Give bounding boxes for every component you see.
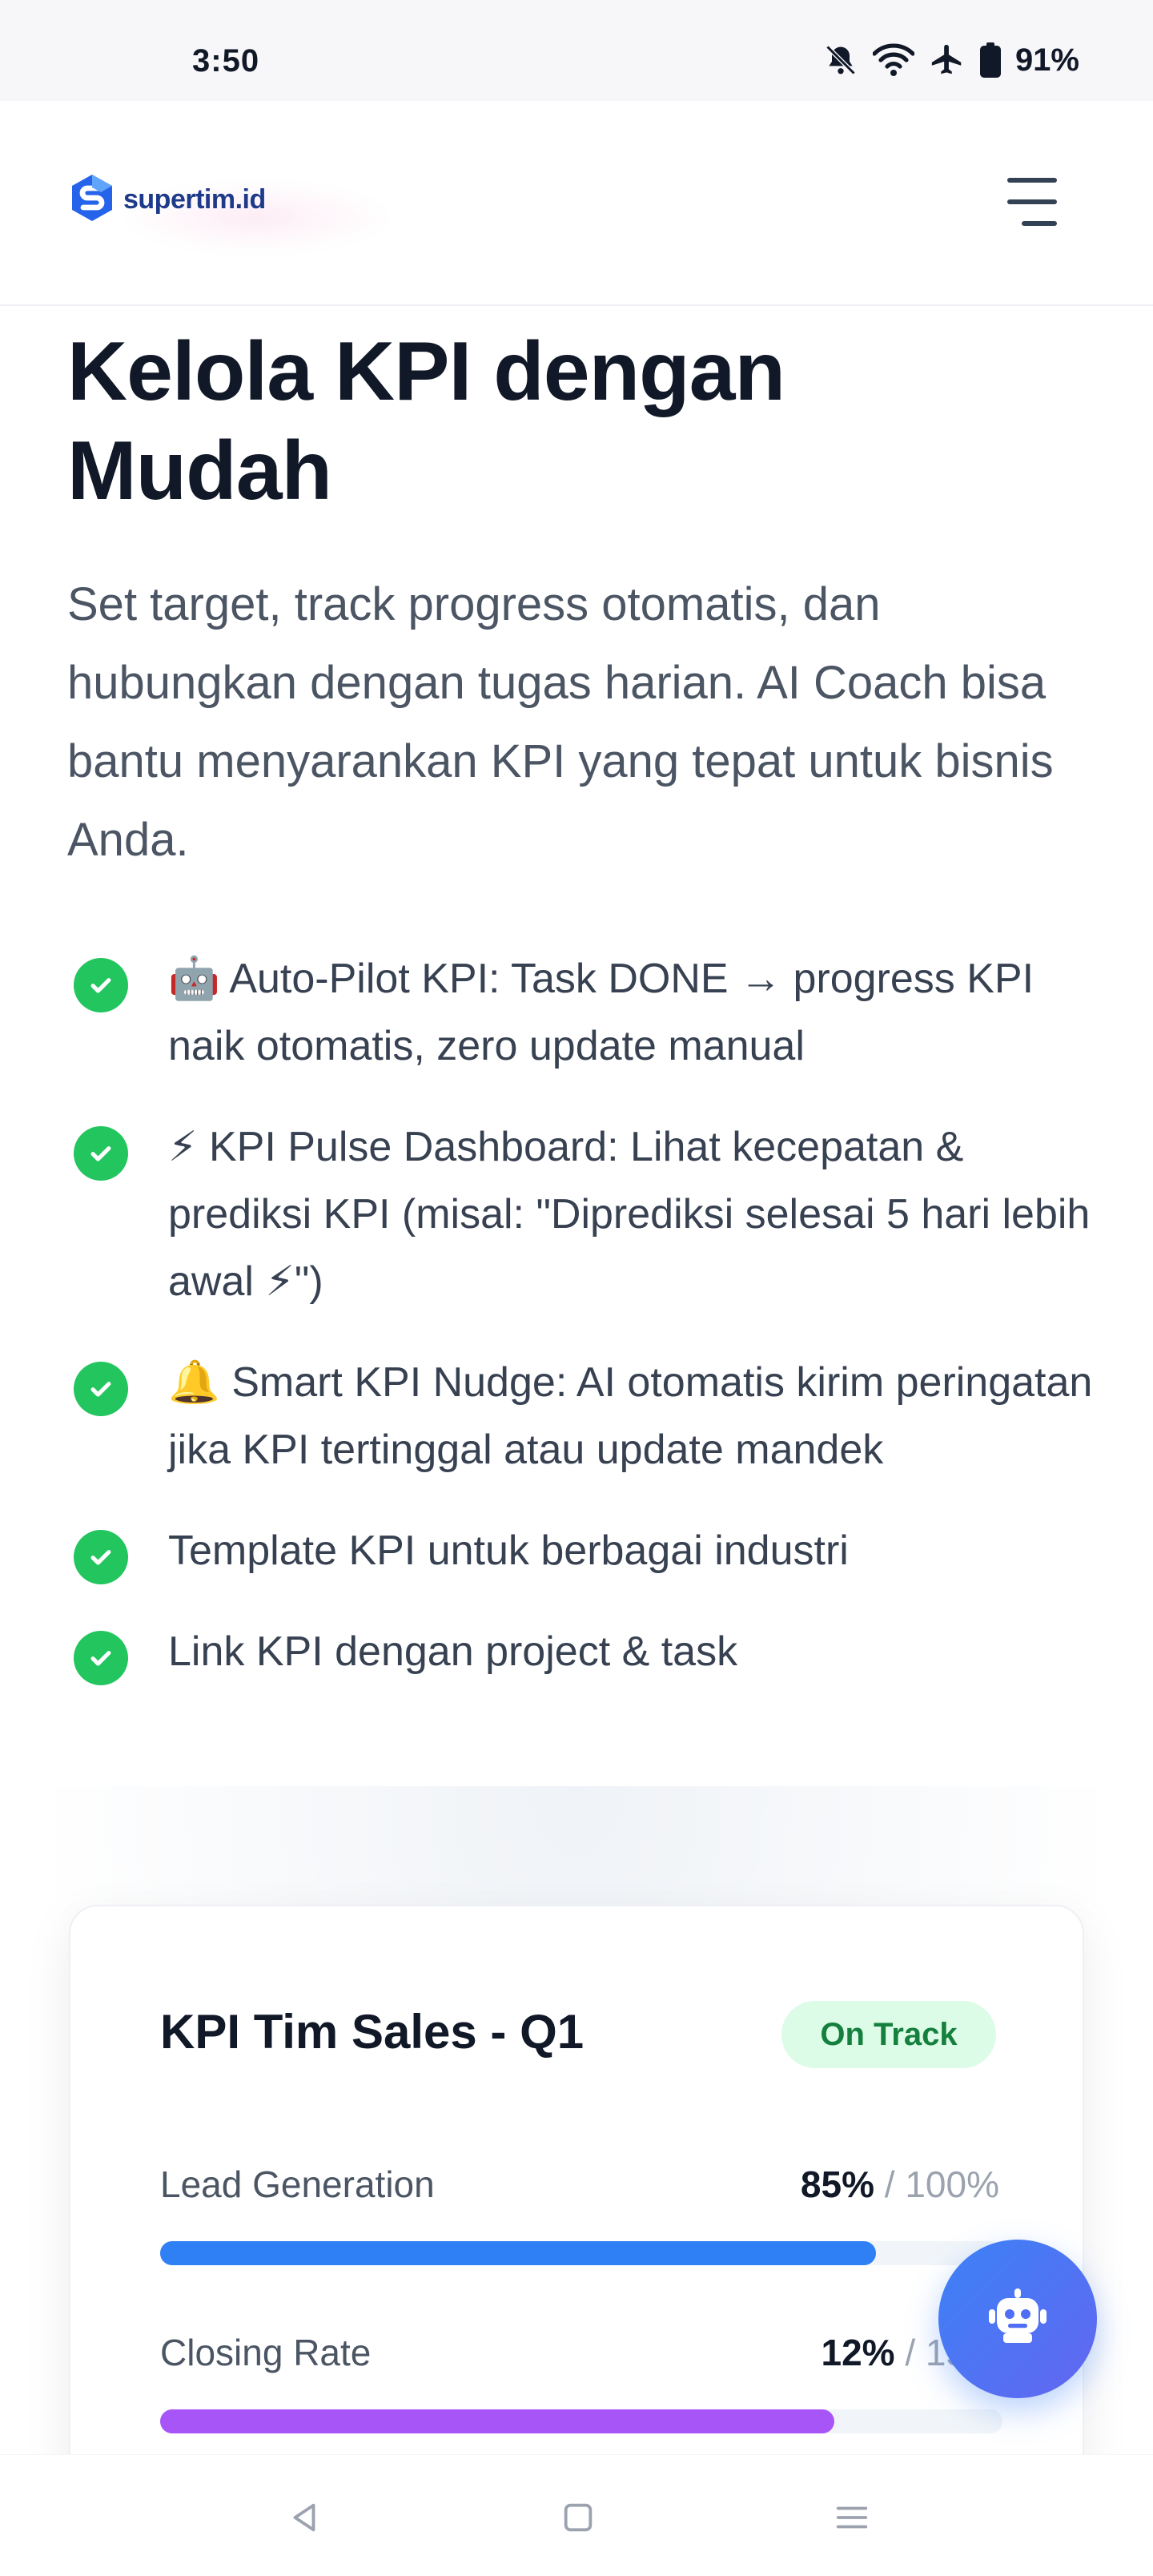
list-item: Template KPI untuk berbagai industri: [67, 1517, 1100, 1584]
check-circle-icon: [74, 1631, 128, 1685]
kpi-target: / 100%: [884, 2163, 999, 2205]
menu-line: [1022, 221, 1057, 226]
battery-level: 91%: [1014, 42, 1079, 78]
check-circle-icon: [74, 1530, 128, 1584]
feature-text: ⚡ KPI Pulse Dashboard: Lihat kecepatan &…: [168, 1124, 1091, 1305]
page: 3:50 91% supertim.id Kelola KPI dengan M…: [0, 0, 1153, 2576]
home-icon[interactable]: [554, 2493, 602, 2542]
feature-text: Link KPI dengan project & task: [168, 1628, 738, 1675]
check-circle-icon: [74, 1362, 128, 1416]
battery-icon: [979, 42, 1001, 78]
hero-subtitle: Set target, track progress otomatis, dan…: [67, 578, 1054, 866]
progress-fill: [160, 2409, 834, 2433]
logo-text: supertim.id: [123, 184, 266, 215]
progress-track: [160, 2409, 1002, 2433]
kpi-value: 85%: [800, 2163, 874, 2205]
wifi-icon: [872, 42, 914, 78]
progress-fill: [160, 2241, 877, 2265]
system-nav-bar: [0, 2454, 1153, 2576]
list-item: 🤖 Auto-Pilot KPI: Task DONE → progress K…: [67, 945, 1100, 1080]
feature-text: 🤖 Auto-Pilot KPI: Task DONE → progress K…: [168, 956, 1034, 1069]
kpi-row-label: Closing Rate: [160, 2332, 372, 2373]
status-time: 3:50: [192, 43, 260, 78]
check-circle-icon: [74, 958, 128, 1012]
logo[interactable]: supertim.id: [69, 173, 266, 227]
recents-icon[interactable]: [828, 2493, 876, 2542]
kpi-value: 12%: [821, 2332, 895, 2373]
status-icons: 91%: [823, 40, 1079, 80]
status-badge: On Track: [781, 2001, 996, 2068]
status-bar: 3:50 91%: [0, 0, 1153, 101]
airplane-icon: [929, 42, 966, 78]
site-header: supertim.id: [0, 101, 1153, 306]
page-title: Kelola KPI dengan Mudah: [67, 325, 785, 517]
list-item: Link KPI dengan project & task: [67, 1618, 1100, 1685]
kpi-row-value: 85% / 100%: [801, 2163, 999, 2206]
progress-track: [160, 2241, 1002, 2265]
kpi-card-title: KPI Tim Sales - Q1: [160, 2005, 585, 2059]
back-icon[interactable]: [280, 2493, 328, 2542]
ai-coach-button[interactable]: [938, 2240, 1097, 2398]
logo-mark-icon: [69, 173, 115, 227]
kpi-row-label: Lead Generation: [160, 2163, 435, 2205]
menu-line: [1007, 199, 1057, 204]
feature-list: 🤖 Auto-Pilot KPI: Task DONE → progress K…: [67, 945, 1100, 1685]
list-item: ⚡ KPI Pulse Dashboard: Lihat kecepatan &…: [67, 1113, 1100, 1315]
menu-line: [1007, 178, 1057, 183]
list-item: 🔔 Smart KPI Nudge: AI otomatis kirim per…: [67, 1349, 1100, 1483]
check-circle-icon: [74, 1126, 128, 1181]
feature-text: 🔔 Smart KPI Nudge: AI otomatis kirim per…: [168, 1359, 1093, 1473]
ai-robot-icon: [984, 2284, 1051, 2355]
bell-muted-icon: [823, 42, 858, 78]
hamburger-menu-icon[interactable]: [1001, 178, 1057, 226]
feature-text: Template KPI untuk berbagai industri: [168, 1527, 849, 1574]
